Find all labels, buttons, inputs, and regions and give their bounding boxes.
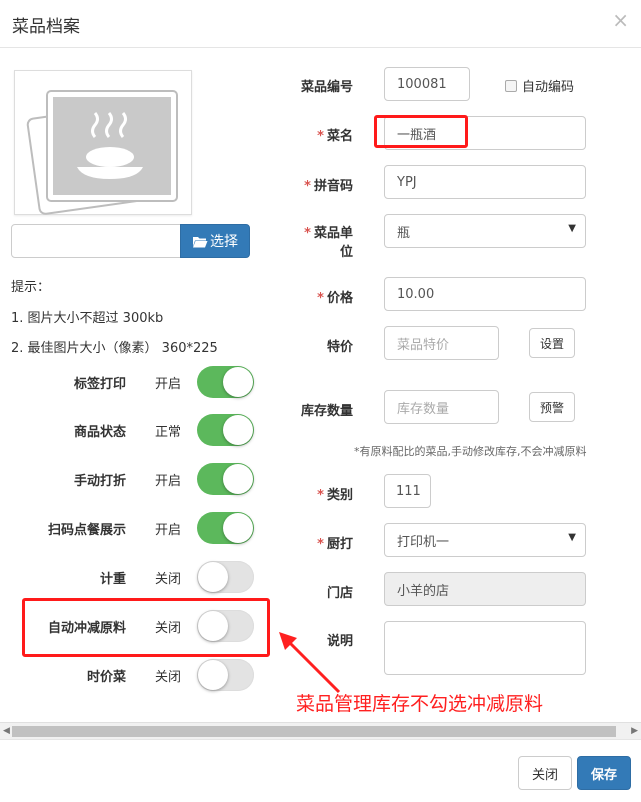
kitchen-printer-value: 打印机一 [397, 534, 450, 550]
remark-textarea[interactable] [384, 621, 586, 675]
manual-discount-switch[interactable] [197, 463, 254, 495]
store-label: 门店 [326, 586, 353, 601]
dish-name-label: * 菜名 [317, 129, 353, 144]
tip-line-1: 1. 图片大小不超过 300kb [11, 311, 164, 326]
dish-code-input[interactable]: 100081 [384, 67, 470, 101]
switch-knob [223, 464, 253, 494]
dish-name-label-text: 菜名 [326, 129, 353, 144]
save-button[interactable]: 保存 [577, 756, 631, 790]
market-price-switch[interactable] [197, 659, 254, 691]
annotation-text: 菜品管理库存不勾选冲减原料 [296, 693, 544, 715]
stock-warning-button[interactable]: 预警 [529, 392, 575, 422]
price-label-text: 价格 [326, 291, 353, 306]
price-label: * 价格 [317, 291, 353, 306]
auto-code-checkbox[interactable]: 自动编码 [505, 76, 574, 95]
toggle-label: 手动打折 [73, 474, 126, 489]
scroll-thumb[interactable] [12, 726, 616, 737]
close-icon[interactable]: × [612, 10, 629, 30]
toggle-label: 扫码点餐展示 [47, 523, 126, 538]
category-label: * 类别 [317, 488, 353, 503]
folder-open-icon [193, 236, 208, 247]
toggle-manual-discount: 手动打折 开启 [0, 461, 270, 497]
dialog-title: 菜品档案 [12, 17, 80, 37]
scan-order-display-switch[interactable] [197, 512, 254, 544]
food-plate-placeholder-icon [26, 90, 178, 215]
image-file-input[interactable] [11, 224, 181, 258]
toggle-market-price: 时价菜 关闭 [0, 657, 270, 693]
horizontal-scrollbar[interactable]: ◀ ▶ [0, 722, 641, 739]
weighing-switch[interactable] [197, 561, 254, 593]
toggle-label: 标签打印 [73, 377, 126, 392]
switch-knob [198, 562, 228, 592]
store-field: 小羊的店 [384, 572, 586, 606]
select-image-button[interactable]: 选择 [180, 224, 250, 258]
unit-label-line2: 位 [339, 245, 353, 260]
special-price-input[interactable]: 菜品特价 [384, 326, 499, 360]
annotation-arrow-icon [279, 632, 341, 694]
special-price-label: 特价 [326, 340, 353, 355]
category-label-text: 类别 [326, 488, 353, 503]
kitchen-print-label-text: 厨打 [326, 537, 353, 552]
scroll-right-icon[interactable]: ▶ [631, 726, 638, 736]
tip-line-2: 2. 最佳图片大小（像素） 360*225 [11, 341, 218, 356]
caret-down-icon: ▼ [568, 223, 576, 234]
auto-code-label: 自动编码 [522, 80, 575, 95]
pinyin-label-text: 拼音码 [313, 179, 353, 194]
product-status-switch[interactable] [197, 414, 254, 446]
toggle-state: 开启 [155, 377, 182, 392]
stock-note: *有原料配比的菜品,手动修改库存,不会冲减原料 [354, 445, 587, 458]
pinyin-label: * 拼音码 [304, 179, 353, 194]
close-button[interactable]: 关闭 [518, 756, 572, 790]
toggle-state: 开启 [155, 474, 182, 489]
toggle-weighing: 计重 关闭 [0, 559, 270, 595]
tips-heading: 提示： [11, 280, 51, 295]
select-image-label: 选择 [210, 234, 238, 250]
toggle-state: 正常 [155, 425, 182, 440]
label-print-switch[interactable] [197, 366, 254, 398]
toggle-label-print: 标签打印 开启 [0, 364, 270, 400]
unit-label-line1: 菜品单 [313, 226, 353, 241]
kitchen-printer-select[interactable]: 打印机一 ▼ [384, 523, 586, 557]
toggle-state: 开启 [155, 523, 182, 538]
dish-name-highlight [374, 115, 468, 148]
unit-select-value: 瓶 [397, 225, 411, 241]
category-input[interactable]: 111 [384, 474, 431, 508]
toggle-label: 商品状态 [73, 425, 126, 440]
dish-code-label: 菜品编号 [300, 80, 353, 95]
switch-knob [223, 513, 253, 543]
toggle-label: 计重 [99, 572, 126, 587]
unit-select[interactable]: 瓶 ▼ [384, 214, 586, 248]
checkbox-box [505, 79, 517, 92]
switch-knob [223, 367, 253, 397]
price-input[interactable]: 10.00 [384, 277, 586, 311]
stock-label: 库存数量 [300, 404, 353, 419]
dish-image-preview [14, 70, 192, 215]
unit-label: * 菜品单位 [304, 226, 353, 260]
switch-knob [198, 660, 228, 690]
toggle-state: 关闭 [155, 572, 182, 587]
toggle-product-status: 商品状态 正常 [0, 412, 270, 448]
toggle-label: 时价菜 [86, 670, 126, 685]
stock-input[interactable]: 库存数量 [384, 390, 499, 424]
dialog-header: 菜品档案 × [0, 0, 641, 48]
caret-down-icon: ▼ [568, 532, 576, 543]
toggle-state: 关闭 [155, 670, 182, 685]
toggle-scan-order-display: 扫码点餐展示 开启 [0, 510, 270, 546]
kitchen-print-label: * 厨打 [317, 537, 353, 552]
auto-deduct-highlight [22, 598, 270, 657]
special-price-set-button[interactable]: 设置 [529, 328, 575, 358]
switch-knob [223, 415, 253, 445]
dialog-footer: 关闭 保存 [0, 739, 641, 802]
scroll-left-icon[interactable]: ◀ [3, 726, 10, 736]
pinyin-input[interactable]: YPJ [384, 165, 586, 199]
